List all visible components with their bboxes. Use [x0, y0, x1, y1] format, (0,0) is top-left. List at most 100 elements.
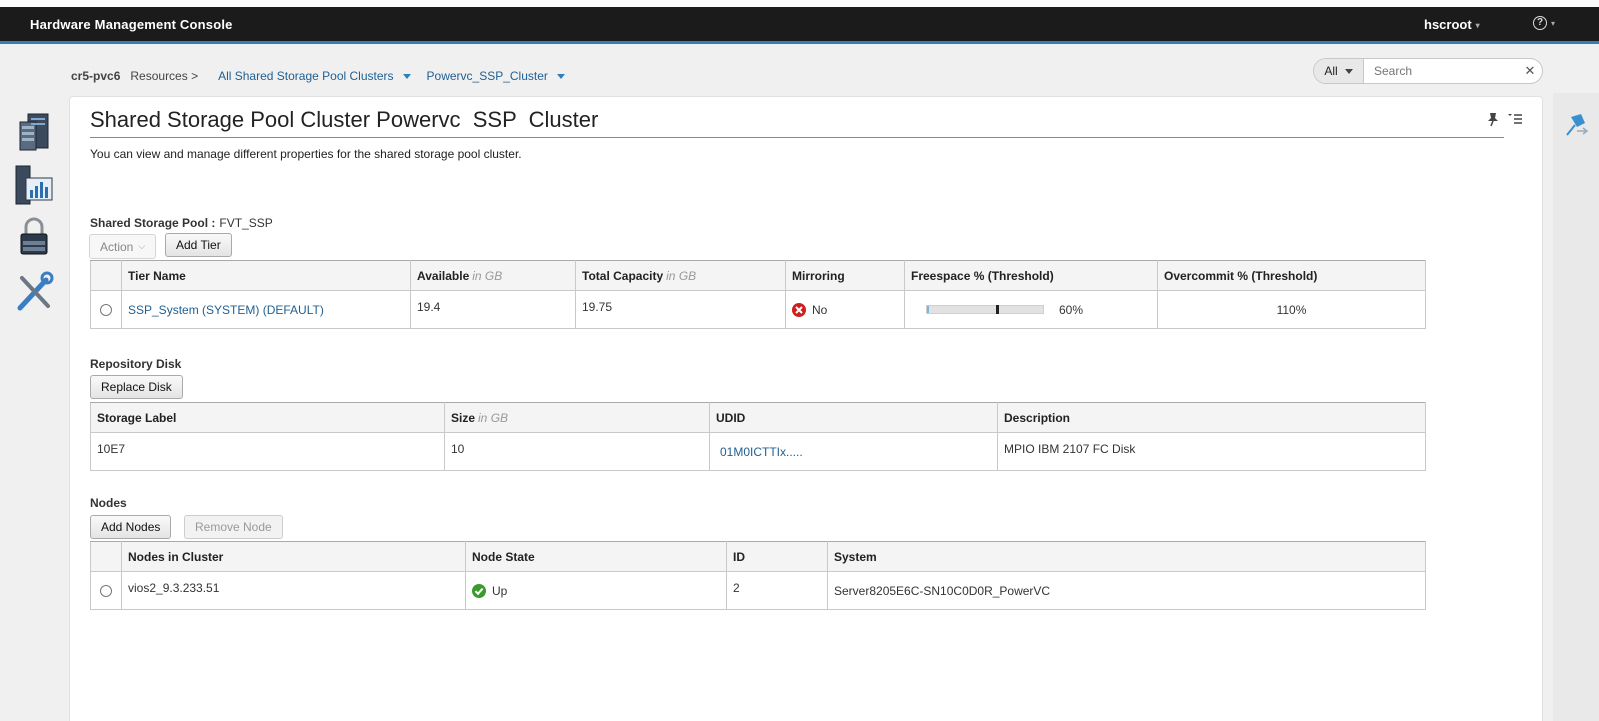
- title-tools: [1485, 111, 1523, 127]
- nav-servers[interactable]: [14, 108, 54, 154]
- storage-label-cell: 10E7: [90, 432, 445, 471]
- remove-node-button[interactable]: Remove Node: [184, 515, 283, 539]
- table-row: 10E7 10 01M0ICTTIx..... MPIO IBM 2107 FC…: [90, 432, 1426, 471]
- page-description: You can view and manage different proper…: [90, 147, 522, 161]
- app-header: Hardware Management Console hscroot ▾ ? ▾: [0, 7, 1599, 44]
- breadcrumb-cluster[interactable]: Powervc_SSP_Cluster: [427, 69, 565, 83]
- breadcrumb: cr5-pvc6 Resources > All Shared Storage …: [71, 69, 581, 83]
- nodes-in-cluster-header[interactable]: Nodes in Cluster: [121, 541, 466, 572]
- ssp-label: Shared Storage Pool : FVT_SSP: [90, 216, 273, 230]
- server-icon: [19, 113, 49, 151]
- breadcrumb-ssp-clusters[interactable]: All Shared Storage Pool Clusters: [218, 69, 411, 83]
- freespace-value: 60%: [1059, 302, 1084, 317]
- select-column-header: [90, 260, 122, 291]
- tier-name-cell: SSP_System (SYSTEM) (DEFAULT): [121, 290, 411, 329]
- node-state-value: Up: [492, 583, 508, 598]
- right-rail: [1553, 93, 1599, 721]
- overcommit-cell: 110%: [1157, 290, 1426, 329]
- replace-disk-button[interactable]: Replace Disk: [90, 375, 183, 399]
- nav-settings[interactable]: [14, 268, 54, 314]
- action-dropdown[interactable]: Action ⌵: [89, 234, 157, 259]
- repository-label: Repository Disk: [90, 357, 182, 371]
- error-icon: [792, 302, 806, 317]
- chevron-down-icon: [402, 73, 411, 79]
- lock-icon: [20, 217, 48, 255]
- udid-link[interactable]: 01M0ICTTIx.....: [720, 445, 803, 459]
- repository-table-header: Storage Label Size in GB UDID Description: [90, 402, 1426, 433]
- nav-performance[interactable]: [14, 162, 54, 208]
- performance-monitor-icon: [15, 165, 53, 205]
- row-radio[interactable]: [100, 585, 112, 598]
- table-row[interactable]: vios2_9.3.233.51 Up 2 Server8205E6C-SN10…: [90, 571, 1426, 610]
- app-title: Hardware Management Console: [30, 17, 233, 32]
- pin-panel-icon[interactable]: [1563, 111, 1589, 144]
- ssp-name: FVT_SSP: [219, 216, 273, 230]
- check-icon: [472, 583, 486, 598]
- main-panel: Shared Storage Pool Cluster Powervc SSP …: [69, 96, 1543, 721]
- search-input[interactable]: [1364, 64, 1518, 78]
- description-cell: MPIO IBM 2107 FC Disk: [997, 432, 1426, 471]
- chevron-down-icon: ▾: [1475, 21, 1480, 31]
- repository-table: Storage Label Size in GB UDID Description…: [90, 402, 1426, 471]
- freespace-threshold-marker: [995, 305, 999, 314]
- id-header[interactable]: ID: [726, 541, 828, 572]
- available-header[interactable]: Available in GB: [410, 260, 576, 291]
- freespace-header[interactable]: Freespace % (Threshold): [904, 260, 1158, 291]
- window-top-strip: [0, 0, 1599, 7]
- node-system-cell: Server8205E6C-SN10C0D0R_PowerVC: [827, 571, 1426, 610]
- nodes-table-header: Nodes in Cluster Node State ID System: [90, 541, 1426, 572]
- storage-label-header[interactable]: Storage Label: [90, 402, 445, 433]
- search-scope-dropdown[interactable]: All: [1314, 59, 1364, 83]
- ssp-label-text: Shared Storage Pool :: [90, 216, 216, 230]
- overcommit-header[interactable]: Overcommit % (Threshold): [1157, 260, 1426, 291]
- add-tier-button[interactable]: Add Tier: [165, 233, 232, 257]
- search-scope-label: All: [1324, 64, 1338, 78]
- tools-icon: [17, 271, 54, 311]
- close-icon[interactable]: ✕: [1518, 63, 1542, 79]
- help-menu[interactable]: ? ▾: [1533, 16, 1555, 30]
- pin-icon[interactable]: [1485, 111, 1501, 127]
- nodes-label: Nodes: [90, 496, 127, 510]
- breadcrumb-resources[interactable]: Resources >: [130, 69, 198, 83]
- chevron-down-icon: [1344, 68, 1353, 74]
- action-label: Action: [100, 239, 134, 254]
- chevron-down-icon: [556, 73, 565, 79]
- user-name: hscroot: [1424, 17, 1472, 32]
- total-capacity-cell: 19.75: [575, 290, 786, 329]
- row-select-cell: [90, 290, 122, 329]
- tier-table: Tier Name Available in GB Total Capacity i…: [90, 260, 1426, 329]
- tier-table-header: Tier Name Available in GB Total Capacity i…: [90, 260, 1426, 291]
- node-state-cell: Up: [465, 571, 727, 610]
- table-row[interactable]: SSP_System (SYSTEM) (DEFAULT) 19.4 19.75…: [90, 290, 1426, 329]
- udid-cell: 01M0ICTTIx.....: [709, 432, 998, 471]
- add-nodes-button[interactable]: Add Nodes: [90, 515, 172, 539]
- chevron-down-icon: ⌵: [138, 241, 146, 251]
- total-capacity-header[interactable]: Total Capacity in GB: [575, 260, 786, 291]
- tier-name-link[interactable]: SSP_System (SYSTEM) (DEFAULT): [128, 303, 324, 317]
- node-id-cell: 2: [726, 571, 828, 610]
- breadcrumb-cluster-label: Powervc_SSP_Cluster: [426, 69, 548, 83]
- breadcrumb-ssp-clusters-label: All Shared Storage Pool Clusters: [218, 69, 394, 83]
- mirroring-cell: No: [785, 290, 905, 329]
- mirroring-header[interactable]: Mirroring: [785, 260, 905, 291]
- node-name-cell: vios2_9.3.233.51: [121, 571, 466, 610]
- freespace-bar-fill: [927, 306, 930, 313]
- breadcrumb-system: cr5-pvc6: [71, 69, 121, 83]
- description-header[interactable]: Description: [997, 402, 1426, 433]
- tier-name-header[interactable]: Tier Name: [121, 260, 411, 291]
- freespace-cell: 60%: [904, 290, 1158, 329]
- user-menu[interactable]: hscroot ▾: [1424, 17, 1480, 32]
- nav-security[interactable]: [14, 214, 54, 260]
- mirroring-value: No: [812, 302, 828, 317]
- size-header[interactable]: Size in GB: [444, 402, 710, 433]
- available-cell: 19.4: [410, 290, 576, 329]
- size-cell: 10: [444, 432, 710, 471]
- search-box: All ✕: [1313, 58, 1543, 84]
- udid-header[interactable]: UDID: [709, 402, 998, 433]
- column-menu-icon[interactable]: [1507, 111, 1523, 127]
- node-state-header[interactable]: Node State: [465, 541, 727, 572]
- page-title: Shared Storage Pool Cluster Powervc SSP …: [90, 107, 599, 132]
- system-header[interactable]: System: [827, 541, 1426, 572]
- title-divider: [90, 137, 1504, 138]
- row-radio[interactable]: [100, 304, 112, 317]
